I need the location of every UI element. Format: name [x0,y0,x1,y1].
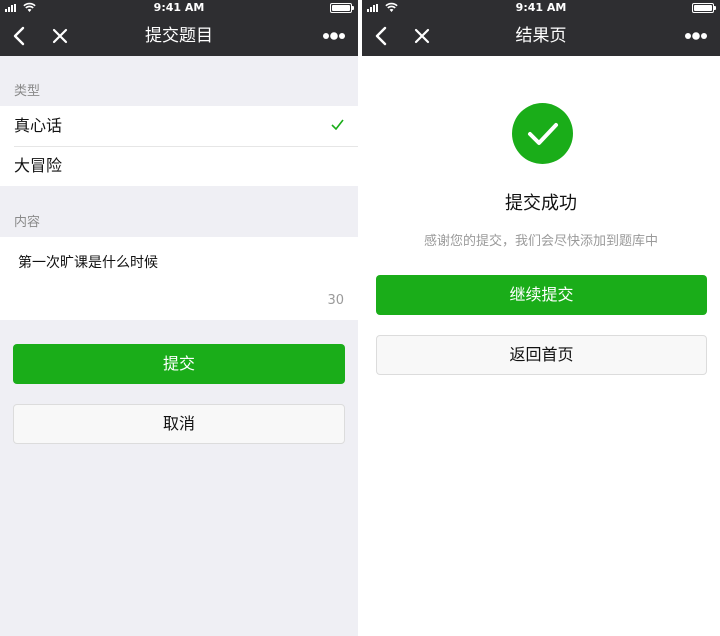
page-title: 提交题目 [145,26,213,46]
back-home-button[interactable]: 返回首页 [376,335,707,375]
cancel-button[interactable]: 取消 [13,404,345,444]
type-option-truth[interactable]: 真心话 [0,106,358,146]
status-bar: 9:41 AM [0,0,358,16]
submit-question-screen: 9:41 AM 提交题目 类型 真心话 大冒险 内容 第一次旷课是什么时候 30… [0,0,358,636]
status-bar: 9:41 AM [362,0,720,16]
battery-icon [692,3,716,13]
app-root: 9:41 AM 提交题目 类型 真心话 大冒险 内容 第一次旷课是什么时候 30… [0,0,720,636]
result-description: 感谢您的提交，我们会尽快添加到题库中 [423,234,658,249]
success-icon [512,103,573,164]
type-option-dare[interactable]: 大冒险 [0,146,358,186]
char-counter: 30 [327,293,344,308]
more-icon [685,32,707,40]
battery-icon [330,3,354,13]
status-time: 9:41 AM [515,1,567,14]
battery-level [694,5,712,11]
more-icon [323,32,345,40]
type-option-label: 真心话 [14,116,63,135]
content-text: 第一次旷课是什么时候 [18,255,158,271]
page-title: 结果页 [515,26,567,46]
result-screen: 9:41 AM 结果页 提交成功 感谢您的提交，我们会尽快添加到题库中 继续提交… [362,0,720,636]
continue-submit-button[interactable]: 继续提交 [376,275,707,315]
navbar: 结果页 [362,16,720,56]
battery-level [332,5,350,11]
check-icon [331,119,344,130]
navbar: 提交题目 [0,16,358,56]
content-section-label: 内容 [14,215,41,230]
status-time: 9:41 AM [153,1,205,14]
type-section-label: 类型 [14,84,41,99]
success-check-icon [527,122,558,145]
more-button[interactable] [682,24,710,48]
content-textarea[interactable]: 第一次旷课是什么时候 30 [0,237,358,320]
more-button[interactable] [320,24,348,48]
type-option-label: 大冒险 [14,156,63,175]
result-title: 提交成功 [505,193,577,214]
type-options-list: 真心话 大冒险 [0,106,358,186]
submit-button[interactable]: 提交 [13,344,345,384]
